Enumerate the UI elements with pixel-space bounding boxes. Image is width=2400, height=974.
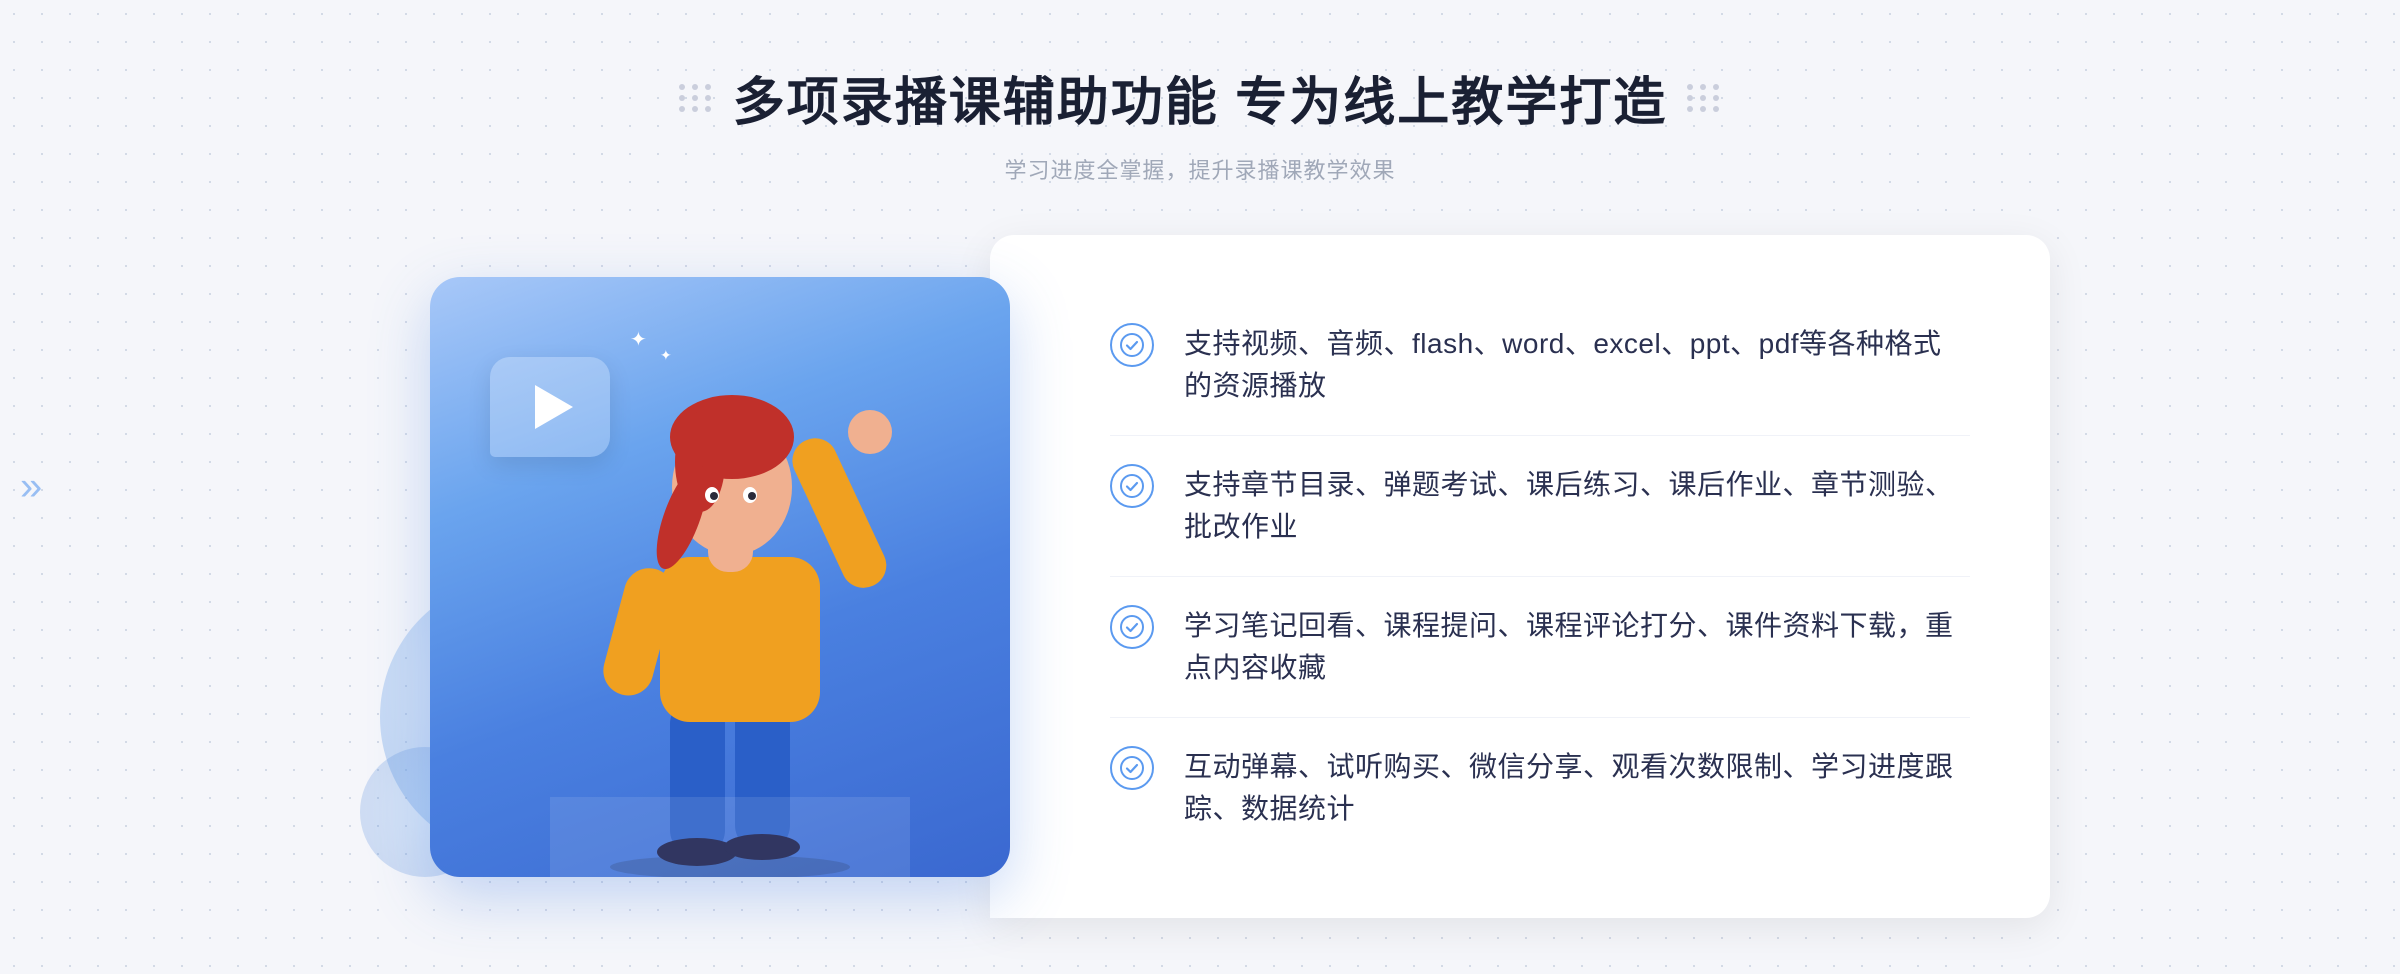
feature-item-1: 支持视频、音频、flash、word、excel、ppt、pdf等各种格式的资源… [1110,295,1970,436]
title-row: 多项录播课辅助功能 专为线上教学打造 [679,60,1721,135]
feature-text-3: 学习笔记回看、课程提问、课程评论打分、课件资料下载，重点内容收藏 [1184,605,1970,689]
feature-item-2: 支持章节目录、弹题考试、课后练习、课后作业、章节测验、批改作业 [1110,436,1970,577]
figure-container [550,357,910,877]
feature-text-2: 支持章节目录、弹题考试、课后练习、课后作业、章节测验、批改作业 [1184,464,1970,548]
feature-text-1: 支持视频、音频、flash、word、excel、ppt、pdf等各种格式的资源… [1184,323,1970,407]
check-icon-3 [1110,605,1154,649]
left-dots-decoration [679,84,713,112]
feature-item-3: 学习笔记回看、课程提问、课程评论打分、课件资料下载，重点内容收藏 [1110,577,1970,718]
content-area: ✦ ✦ [350,235,2050,918]
features-card: 支持视频、音频、flash、word、excel、ppt、pdf等各种格式的资源… [990,235,2050,918]
check-icon-2 [1110,464,1154,508]
page-wrapper: » 多项录播课辅助功能 专为线上教学打造 学习进度全 [0,0,2400,974]
page-title: 多项录播课辅助功能 专为线上教学打造 [733,60,1667,135]
illustration-card: ✦ ✦ [430,277,1010,877]
header-section: 多项录播课辅助功能 专为线上教学打造 学习进度全掌握，提升录播课教学效果 [0,60,2400,185]
illustration-wrapper: ✦ ✦ [350,237,1050,917]
check-icon-4 [1110,746,1154,790]
page-subtitle: 学习进度全掌握，提升录播课教学效果 [1004,153,1395,185]
feature-text-4: 互动弹幕、试听购买、微信分享、观看次数限制、学习进度跟踪、数据统计 [1184,746,1970,830]
person-svg [550,357,910,877]
check-icon-1 [1110,323,1154,367]
feature-item-4: 互动弹幕、试听购买、微信分享、观看次数限制、学习进度跟踪、数据统计 [1110,718,1970,858]
sparkle-icon-1: ✦ [630,327,647,352]
left-chevron-decoration: » [20,465,42,510]
right-dots-decoration [1687,84,1721,112]
